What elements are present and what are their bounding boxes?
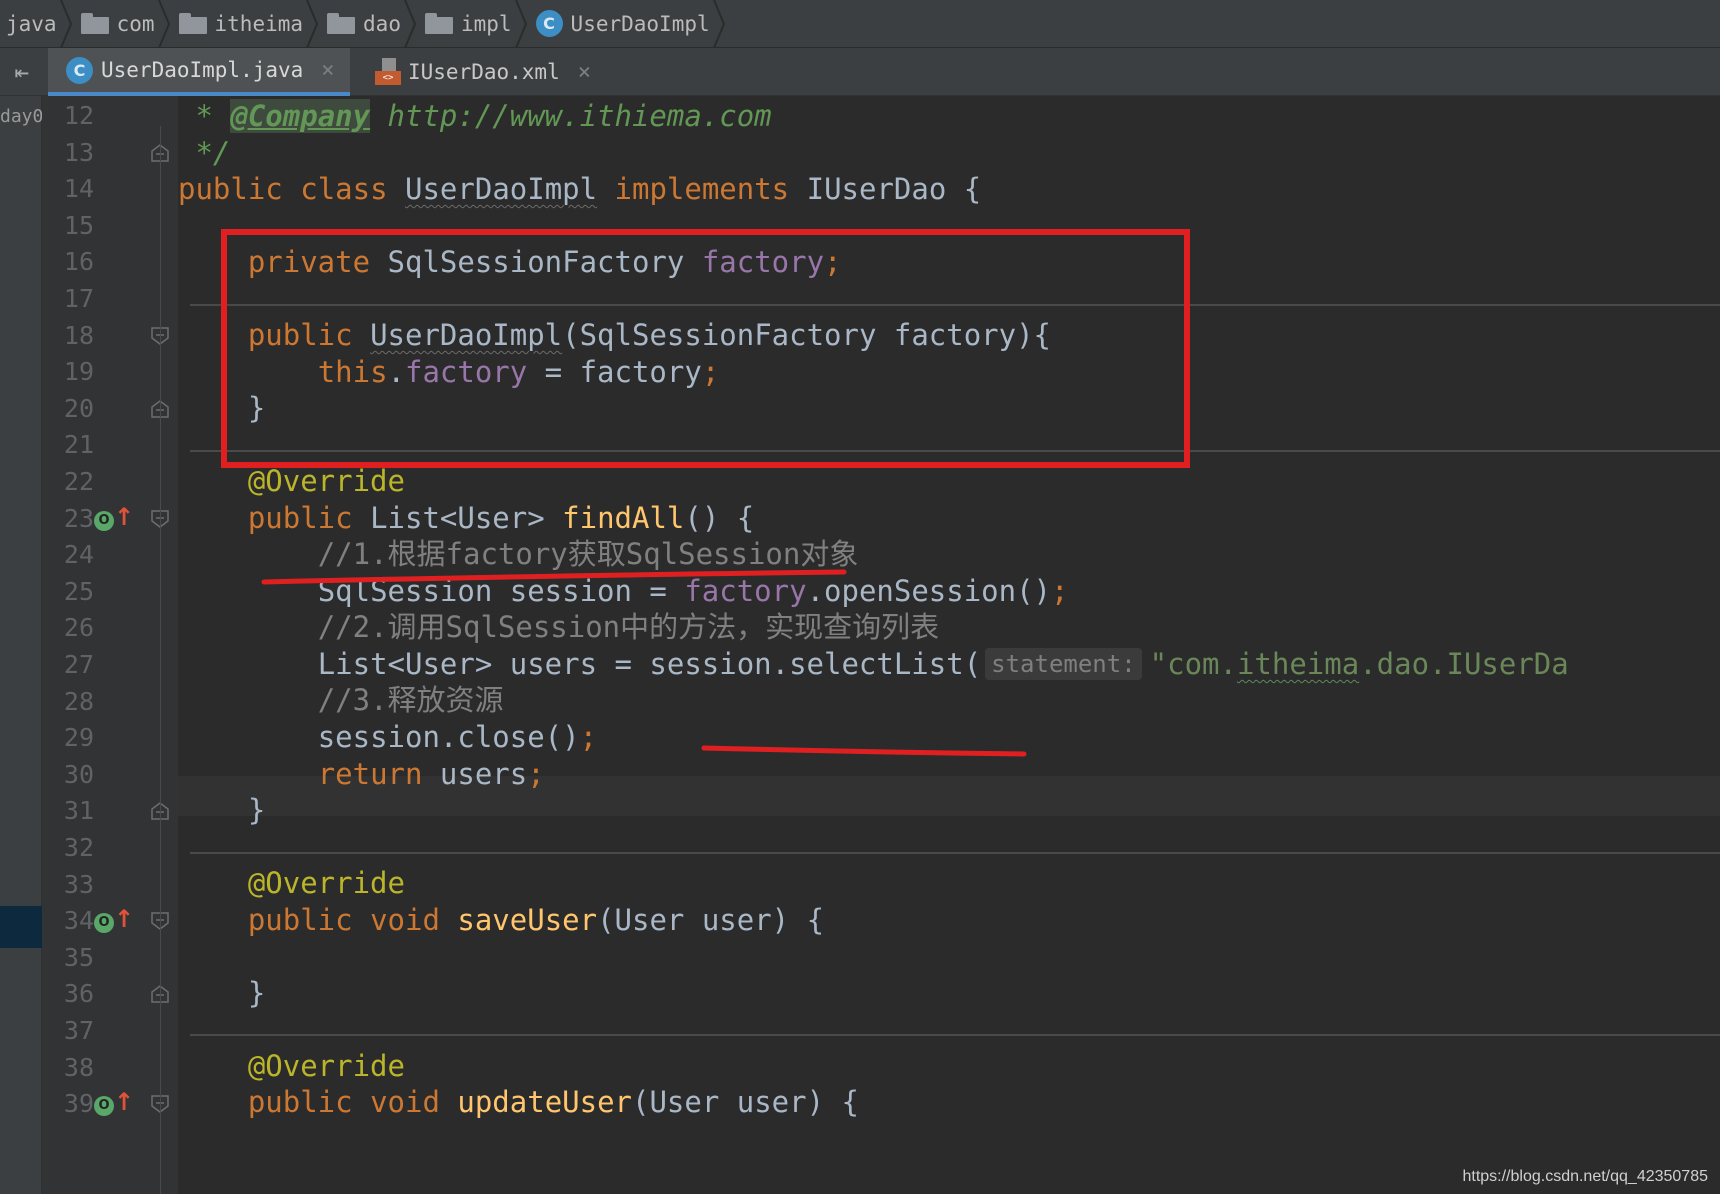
- line-number: 39: [63, 1089, 94, 1118]
- breadcrumb-label: java: [6, 11, 57, 36]
- line-number: 25: [63, 577, 94, 606]
- close-icon[interactable]: ×: [578, 60, 591, 85]
- code-line-20: }: [247, 391, 266, 425]
- line-number: 23: [63, 504, 94, 533]
- line-number: 26: [63, 613, 94, 642]
- breadcrumb-item-itheima[interactable]: itheima: [165, 0, 319, 47]
- line-number: 33: [63, 870, 94, 899]
- breadcrumb-label: com: [116, 11, 155, 36]
- line-number: 20: [63, 394, 94, 423]
- line-number: 37: [63, 1016, 94, 1045]
- line-number: 36: [63, 979, 94, 1008]
- code-line-28: //3.释放资源: [317, 683, 504, 717]
- code-line-38: @Override: [247, 1049, 405, 1083]
- line-number: 30: [63, 760, 94, 789]
- breadcrumb: java com itheima dao impl C UserDaoImpl: [0, 0, 1720, 48]
- code-line-24: //1.根据factory获取SqlSession对象: [317, 537, 859, 571]
- line-number: 24: [63, 540, 94, 569]
- line-number: 13: [63, 138, 94, 167]
- folder-icon: [327, 13, 356, 34]
- line-number: 34: [63, 906, 94, 935]
- code-line-29: session.close();: [317, 720, 598, 754]
- method-separator: [190, 450, 1720, 452]
- breadcrumb-item-dao[interactable]: dao: [313, 0, 417, 47]
- breadcrumb-label: dao: [363, 11, 401, 36]
- chevron-right-icon: [712, 0, 725, 47]
- code-line-30: return users;: [317, 757, 545, 791]
- code-line-36: }: [247, 976, 266, 1010]
- tab-userdaoimpl-java[interactable]: C UserDaoImpl.java ×: [48, 48, 350, 96]
- folder-icon: [424, 13, 453, 34]
- line-number: 14: [63, 174, 94, 203]
- code-line-16: private SqlSessionFactory factory;: [247, 245, 842, 279]
- folder-icon: [80, 13, 109, 34]
- project-panel-label[interactable]: day0: [0, 106, 43, 127]
- code-line-26: //2.调用SqlSession中的方法，实现查询列表: [317, 610, 940, 644]
- breadcrumb-item-com[interactable]: com: [67, 0, 170, 47]
- line-number: 28: [63, 687, 94, 716]
- class-icon: C: [535, 10, 563, 37]
- method-separator: [190, 304, 1720, 306]
- code-editor[interactable]: * @Company http://www.ithiema.com */ pub…: [178, 96, 1720, 1194]
- breadcrumb-item-impl[interactable]: impl: [411, 0, 527, 47]
- code-line-19: this.factory = factory;: [317, 355, 720, 389]
- implements-method-icon[interactable]: O ↑: [94, 905, 134, 937]
- line-number: 18: [63, 321, 94, 350]
- line-number: 22: [63, 467, 94, 496]
- code-line-39: public void updateUser(User user) {: [247, 1085, 859, 1119]
- line-number: 16: [63, 247, 94, 276]
- method-separator: [190, 1034, 1720, 1036]
- implements-method-icon[interactable]: O ↑: [94, 503, 134, 535]
- fold-guide-line: [160, 126, 161, 1194]
- close-icon[interactable]: ×: [321, 58, 334, 83]
- code-line-34: public void saveUser(User user) {: [247, 903, 825, 937]
- implements-method-icon[interactable]: O ↑: [94, 1088, 134, 1120]
- code-line-31: }: [247, 793, 266, 827]
- line-number: 27: [63, 650, 94, 679]
- code-line-33: @Override: [247, 866, 405, 900]
- tab-label: IUserDao.xml: [408, 60, 560, 84]
- code-line-13: */: [178, 136, 231, 170]
- code-line-12: * @Company http://www.ithiema.com: [178, 99, 772, 133]
- code-line-23: public List<User> findAll() {: [247, 501, 755, 535]
- line-number: 12: [63, 101, 94, 130]
- code-line-25: SqlSession session = factory.openSession…: [317, 574, 1069, 608]
- line-number: 21: [63, 430, 94, 459]
- folder-icon: [178, 13, 207, 34]
- editor-gutter: 12 13 14 15 16 17 18 19 20 21 22 23 O ↑ 24 25 26 27 28 29 30…: [42, 96, 178, 1194]
- line-number: 35: [63, 943, 94, 972]
- line-number: 17: [63, 284, 94, 313]
- class-icon: C: [66, 56, 93, 84]
- collapse-panel-icon[interactable]: ⇤: [0, 48, 44, 96]
- breadcrumb-item-userdaoimpl[interactable]: C UserDaoImpl: [522, 0, 725, 47]
- parameter-hint: statement:: [985, 648, 1142, 680]
- xml-file-icon: <>: [372, 58, 402, 86]
- code-line-18: public UserDaoImpl(SqlSessionFactory fac…: [247, 318, 1052, 352]
- tab-label: UserDaoImpl.java: [101, 58, 304, 82]
- line-number: 31: [63, 796, 94, 825]
- watermark: https://blog.csdn.net/qq_42350785: [1462, 1168, 1708, 1185]
- tab-iuserdao-xml[interactable]: <> IUserDao.xml ×: [354, 48, 604, 96]
- project-panel-edge: day0: [0, 96, 43, 1194]
- line-number: 32: [63, 833, 94, 862]
- line-number: 19: [63, 357, 94, 386]
- code-line-14: public class UserDaoImpl implements IUse…: [178, 172, 982, 206]
- breadcrumb-label: UserDaoImpl: [570, 11, 710, 36]
- line-number: 38: [63, 1053, 94, 1082]
- project-panel-selection: [0, 906, 42, 948]
- editor-tab-bar: ⇤ C UserDaoImpl.java × <> IUserDao.xml ×: [0, 48, 1720, 96]
- method-separator: [190, 852, 1720, 854]
- code-line-22: @Override: [247, 464, 405, 498]
- line-number: 29: [63, 723, 94, 752]
- breadcrumb-item-java[interactable]: java: [0, 0, 72, 47]
- line-number: 15: [63, 211, 94, 240]
- code-line-27: List<User> users = session.selectList(st…: [317, 647, 1569, 681]
- breadcrumb-label: impl: [460, 11, 512, 36]
- breadcrumb-label: itheima: [214, 11, 304, 36]
